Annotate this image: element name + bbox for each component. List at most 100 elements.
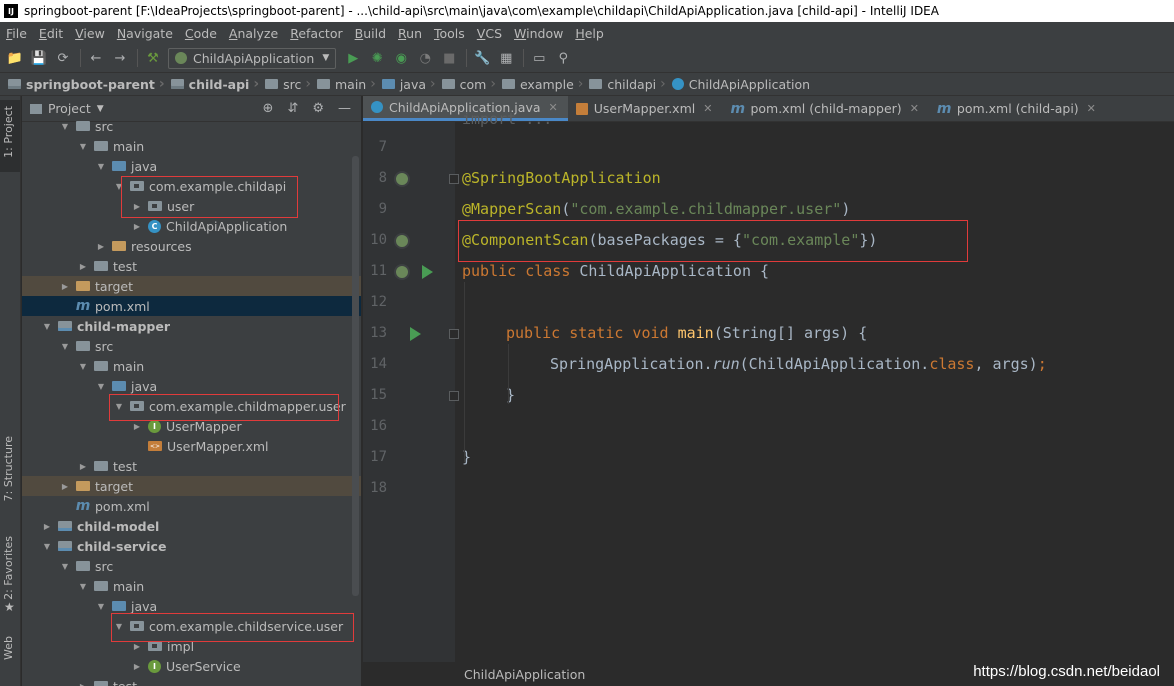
- spring-bean-icon[interactable]: [394, 264, 410, 280]
- tree-node[interactable]: ▼ com.example.childmapper.user: [22, 396, 361, 416]
- breadcrumb-item[interactable]: example ›: [501, 76, 589, 92]
- folder-icon: [76, 341, 90, 351]
- breadcrumb-item[interactable]: child-api ›: [170, 76, 265, 92]
- menu-navigate[interactable]: Navigate: [111, 26, 179, 41]
- tab-pom-child-api[interactable]: m pom.xml (child-api) ✕: [929, 96, 1106, 121]
- menu-code[interactable]: Code: [179, 26, 223, 41]
- vertical-scrollbar[interactable]: [352, 156, 359, 596]
- tree-node[interactable]: ▶ I UserMapper: [22, 416, 361, 436]
- run-gutter-icon[interactable]: [422, 265, 433, 279]
- stop-icon[interactable]: ■: [440, 49, 458, 67]
- menu-tools[interactable]: Tools: [428, 26, 471, 41]
- menu-view[interactable]: View: [69, 26, 111, 41]
- run-configuration-label: ChildApiApplication: [193, 50, 315, 66]
- menu-analyze[interactable]: Analyze: [223, 26, 284, 41]
- status-class-name[interactable]: ChildApiApplication: [464, 667, 585, 682]
- open-folder-icon[interactable]: 📁: [6, 49, 24, 67]
- fold-marker-icon[interactable]: [449, 391, 459, 401]
- module-folder-icon: [58, 321, 72, 331]
- tree-node[interactable]: ▼ child-service: [22, 536, 361, 556]
- coverage-icon[interactable]: ◉: [392, 49, 410, 67]
- tree-node[interactable]: ▶ C ChildApiApplication: [22, 216, 361, 236]
- tree-node[interactable]: m pom.xml: [22, 296, 361, 316]
- fold-marker-icon[interactable]: [449, 329, 459, 339]
- fold-marker-icon[interactable]: [449, 174, 459, 184]
- run-configuration-select[interactable]: ChildApiApplication ▼: [168, 47, 337, 69]
- web-tool-tab[interactable]: Web: [2, 636, 15, 660]
- breadcrumb-item[interactable]: com ›: [441, 76, 502, 92]
- tree-node[interactable]: ▼ main: [22, 136, 361, 156]
- favorites-tool-tab[interactable]: 2: Favorites: [2, 536, 15, 600]
- locate-icon[interactable]: ⊕: [263, 101, 274, 116]
- close-icon[interactable]: ✕: [1087, 102, 1096, 115]
- sync-icon[interactable]: ⟳: [54, 49, 72, 67]
- menu-edit[interactable]: Edit: [33, 26, 69, 41]
- minimize-icon[interactable]: —: [338, 101, 351, 116]
- tree-node[interactable]: ▶ test: [22, 456, 361, 476]
- spring-bean-icon[interactable]: [394, 171, 410, 187]
- breadcrumb-item[interactable]: java ›: [381, 76, 442, 92]
- wrench-icon[interactable]: 🔧: [473, 49, 491, 67]
- project-view-selector[interactable]: Project: [48, 101, 91, 116]
- tree-node[interactable]: m pom.xml: [22, 496, 361, 516]
- tree-node[interactable]: ▼ java: [22, 596, 361, 616]
- project-tool-tab[interactable]: 1: Project: [0, 100, 20, 172]
- tree-node[interactable]: ▼ java: [22, 376, 361, 396]
- tree-node[interactable]: ▶ impl: [22, 636, 361, 656]
- tree-node[interactable]: ▶ I UserService: [22, 656, 361, 676]
- tab-label: pom.xml (child-api): [956, 101, 1079, 116]
- save-icon[interactable]: 💾: [30, 49, 48, 67]
- tree-node[interactable]: ▶ test: [22, 256, 361, 276]
- tree-node[interactable]: ▼ java: [22, 156, 361, 176]
- breadcrumb-item[interactable]: springboot-parent ›: [8, 76, 171, 92]
- menu-build[interactable]: Build: [349, 26, 392, 41]
- project-structure-icon[interactable]: ▦: [497, 49, 515, 67]
- tree-node[interactable]: ▶ target: [22, 476, 361, 496]
- tree-node[interactable]: ▶ target: [22, 276, 361, 296]
- tree-node[interactable]: ▼ com.example.childservice.user: [22, 616, 361, 636]
- chevron-down-icon[interactable]: ▼: [97, 104, 104, 114]
- menu-vcs[interactable]: VCS: [471, 26, 508, 41]
- debug-icon[interactable]: ✺: [368, 49, 386, 67]
- tree-node[interactable]: ▼ src: [22, 116, 361, 136]
- run-gutter-icon[interactable]: [410, 327, 421, 341]
- structure-tool-tab[interactable]: 7: Structure: [2, 436, 15, 501]
- close-icon[interactable]: ✕: [910, 102, 919, 115]
- menu-help[interactable]: Help: [569, 26, 610, 41]
- tree-node[interactable]: <> UserMapper.xml: [22, 436, 361, 456]
- spring-bean-icon[interactable]: [394, 233, 410, 249]
- gear-icon[interactable]: ⚙: [312, 101, 324, 116]
- code-area[interactable]: import ... @SpringBootApplication @Mappe…: [458, 110, 1174, 662]
- tree-node[interactable]: ▼ com.example.childapi: [22, 176, 361, 196]
- forward-arrow-icon[interactable]: →: [111, 49, 129, 67]
- tree-node[interactable]: ▼ src: [22, 556, 361, 576]
- tree-node[interactable]: ▶ resources: [22, 236, 361, 256]
- tree-node[interactable]: ▼ main: [22, 356, 361, 376]
- menu-file[interactable]: File: [0, 26, 33, 41]
- profile-icon[interactable]: ◔: [416, 49, 434, 67]
- menu-run[interactable]: Run: [392, 26, 428, 41]
- presentation-icon[interactable]: ▭: [530, 49, 548, 67]
- close-icon[interactable]: ✕: [703, 102, 712, 115]
- back-arrow-icon[interactable]: ←: [87, 49, 105, 67]
- breadcrumb-item[interactable]: src ›: [265, 76, 317, 92]
- tree-node[interactable]: ▼ main: [22, 576, 361, 596]
- tree-node[interactable]: ▼ src: [22, 336, 361, 356]
- tab-usermapper-xml[interactable]: UserMapper.xml ✕: [568, 96, 723, 121]
- tree-node[interactable]: ▶ test: [22, 676, 361, 686]
- tree-node[interactable]: ▶ child-model: [22, 516, 361, 536]
- search-icon[interactable]: ⚲: [554, 49, 572, 67]
- tree-node[interactable]: ▶ user: [22, 196, 361, 216]
- breadcrumb-item[interactable]: childapi ›: [589, 76, 671, 92]
- tab-pom-child-mapper[interactable]: m pom.xml (child-mapper) ✕: [722, 96, 928, 121]
- breadcrumb-item[interactable]: ChildApiApplication: [671, 77, 810, 92]
- tree-node[interactable]: ▼ child-mapper: [22, 316, 361, 336]
- interface-icon: I: [148, 419, 161, 433]
- run-icon[interactable]: ▶: [344, 49, 362, 67]
- hammer-icon[interactable]: ⚒: [144, 49, 162, 67]
- breadcrumb-item[interactable]: main ›: [316, 76, 382, 92]
- collapse-all-icon[interactable]: ⇵: [287, 101, 298, 116]
- watermark-text: https://blog.csdn.net/beidaol: [973, 663, 1160, 680]
- menu-window[interactable]: Window: [508, 26, 569, 41]
- menu-refactor[interactable]: Refactor: [284, 26, 348, 41]
